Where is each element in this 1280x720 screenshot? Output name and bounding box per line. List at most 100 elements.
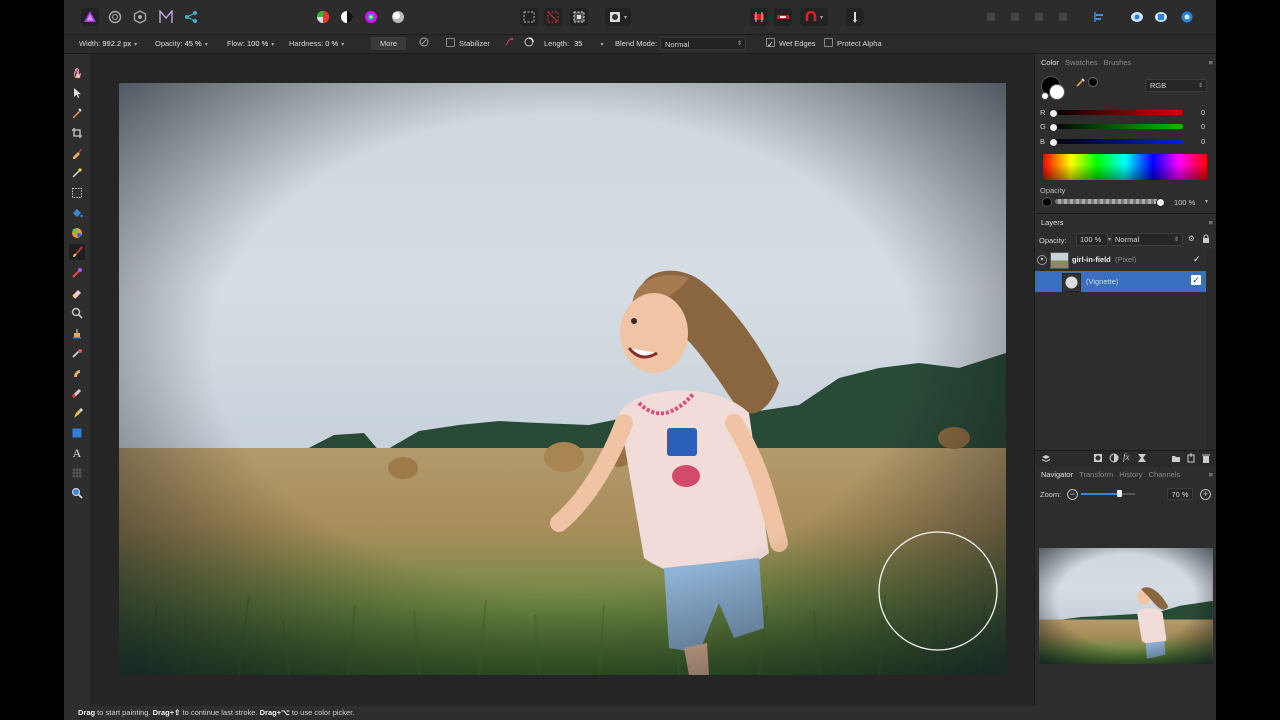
opacity-slider-knob[interactable] (1156, 198, 1165, 207)
layer-visibility-check-icon[interactable]: ✓ (1191, 275, 1201, 285)
more-button[interactable]: More (371, 37, 407, 50)
layer-opacity-field[interactable]: 100 % ▾ (1076, 233, 1111, 246)
swap-colors-icon[interactable] (1041, 92, 1049, 100)
secondary-color-well[interactable] (1049, 84, 1065, 100)
blue-channel-value[interactable]: 0 (1201, 137, 1205, 146)
panel-menu-icon[interactable]: ≡ (1209, 56, 1213, 70)
develop-persona-icon[interactable] (131, 8, 149, 26)
gear-icon[interactable]: ⚙ (1188, 234, 1195, 243)
window-mode-icon[interactable] (524, 35, 534, 53)
mesh-warp-tool-icon[interactable] (69, 465, 85, 481)
tab-swatches[interactable]: Swatches (1065, 58, 1098, 67)
hardness-control[interactable]: Hardness: 0 % ▾ (289, 35, 344, 53)
move-forward-icon[interactable] (1030, 8, 1048, 26)
green-channel-slider[interactable] (1051, 124, 1183, 129)
protect-alpha-checkbox[interactable]: Protect Alpha (824, 35, 882, 53)
layers-stack-icon[interactable] (1041, 453, 1051, 465)
rectangle-tool-icon[interactable] (69, 425, 85, 441)
tab-transform[interactable]: Transform (1079, 470, 1113, 479)
brush-dynamics-icon[interactable] (419, 35, 429, 53)
wet-edges-checkbox[interactable]: Wet Edges (766, 35, 816, 54)
move-front-icon[interactable] (1054, 8, 1072, 26)
gradient-tool-icon[interactable] (69, 225, 85, 241)
tab-layers[interactable]: Layers (1041, 218, 1064, 227)
blue-channel-slider[interactable] (1051, 139, 1183, 144)
navigator-preview[interactable] (1039, 548, 1213, 664)
zoom-slider-knob[interactable] (1116, 490, 1122, 497)
move-tool-icon[interactable] (69, 85, 85, 101)
expand-layer-icon[interactable]: ▾ (1037, 255, 1047, 265)
auto-colors-icon[interactable] (362, 8, 380, 26)
mask-mode-icon[interactable] (774, 8, 792, 26)
mask-layer-icon[interactable] (1093, 453, 1103, 465)
picked-color-swatch[interactable] (1088, 77, 1098, 87)
rope-mode-icon[interactable] (504, 35, 514, 53)
blend-mode-select[interactable]: Normal ⇕ (660, 37, 746, 50)
clone-tool-icon[interactable] (69, 325, 85, 341)
blemish-removal-tool-icon[interactable] (69, 345, 85, 361)
insert-target-icon[interactable] (1128, 8, 1146, 26)
add-layer-icon[interactable] (1186, 453, 1196, 465)
green-slider-knob[interactable] (1049, 123, 1058, 132)
layer-row-selected[interactable]: (Vignette) ✓ (1035, 271, 1206, 292)
erase-tool-icon[interactable] (69, 285, 85, 301)
stabilizer-checkbox[interactable]: Stabilizer (446, 35, 490, 53)
pen-tool-icon[interactable] (69, 405, 85, 421)
length-value[interactable]: 35 (574, 39, 582, 48)
color-picker-tool-icon[interactable] (69, 105, 85, 121)
opacity-value[interactable]: 45 % (185, 39, 202, 48)
insert-behind-icon[interactable] (1178, 8, 1196, 26)
marquee-tool-icon[interactable] (69, 185, 85, 201)
color-model-select[interactable]: RGB ⇕ (1145, 79, 1207, 92)
eyedropper-icon[interactable] (1075, 76, 1087, 90)
snapping-icon[interactable]: ▾ (800, 8, 828, 26)
blue-slider-knob[interactable] (1049, 138, 1058, 147)
liquify-persona-icon[interactable] (106, 8, 124, 26)
move-backward-icon[interactable] (1006, 8, 1024, 26)
move-back-icon[interactable] (982, 8, 1000, 26)
group-layers-icon[interactable] (1171, 453, 1181, 465)
insert-inside-icon[interactable] (1152, 8, 1170, 26)
dodge-tool-icon[interactable] (69, 305, 85, 321)
auto-levels-icon[interactable] (314, 8, 332, 26)
smudge-tool-icon[interactable] (69, 365, 85, 381)
chevron-down-icon[interactable]: ▾ (1205, 198, 1208, 205)
crop-tool-icon[interactable] (69, 125, 85, 141)
width-value[interactable]: 992.2 px (102, 39, 131, 48)
lock-icon[interactable] (1202, 234, 1210, 245)
layer-blend-select[interactable]: Normal ⇕ (1111, 233, 1183, 246)
color-spectrum[interactable] (1043, 154, 1207, 180)
color-replacement-tool-icon[interactable] (69, 265, 85, 281)
export-persona-icon[interactable] (182, 8, 200, 26)
trash-icon[interactable] (1201, 453, 1211, 465)
deselect-icon[interactable] (544, 8, 562, 26)
girl-in-field-photo[interactable] (119, 83, 1006, 675)
paint-brush-tool-icon[interactable] (69, 244, 85, 260)
chevron-down-icon[interactable]: ▾ (134, 42, 137, 48)
wet-edges-check-icon[interactable] (766, 36, 775, 54)
flow-control[interactable]: Flow: 100 % ▾ (227, 35, 274, 53)
red-channel-value[interactable]: 0 (1201, 108, 1205, 117)
selection-brush-tool-icon[interactable] (69, 145, 85, 161)
hardness-value[interactable]: 0 % (325, 39, 338, 48)
tab-brushes[interactable]: Brushes (1104, 58, 1132, 67)
chevron-down-icon[interactable]: ▾ (205, 42, 208, 48)
tab-channels[interactable]: Channels (1149, 470, 1181, 479)
layers-scrollbar[interactable] (1207, 250, 1216, 450)
invert-selection-icon[interactable] (570, 8, 588, 26)
zoom-tool-icon[interactable] (69, 485, 85, 501)
zoom-value-field[interactable]: 70 % (1167, 488, 1193, 500)
tab-history[interactable]: History (1119, 470, 1142, 479)
quick-mask-icon[interactable]: ▾ (605, 8, 631, 26)
adjustment-icon[interactable] (1109, 453, 1119, 465)
red-channel-slider[interactable] (1051, 110, 1183, 115)
chevron-down-icon[interactable]: ▾ (341, 42, 344, 48)
red-eye-tool-icon[interactable] (69, 385, 85, 401)
chevron-down-icon[interactable]: ▾ (271, 42, 274, 48)
text-tool-icon[interactable]: A (69, 445, 85, 461)
panel-menu-icon[interactable]: ≡ (1209, 468, 1213, 482)
color-opacity-value[interactable]: 100 % (1174, 198, 1195, 207)
fx-icon[interactable]: fx (1123, 452, 1130, 462)
green-channel-value[interactable]: 0 (1201, 122, 1205, 131)
photo-persona-icon[interactable] (81, 8, 99, 26)
